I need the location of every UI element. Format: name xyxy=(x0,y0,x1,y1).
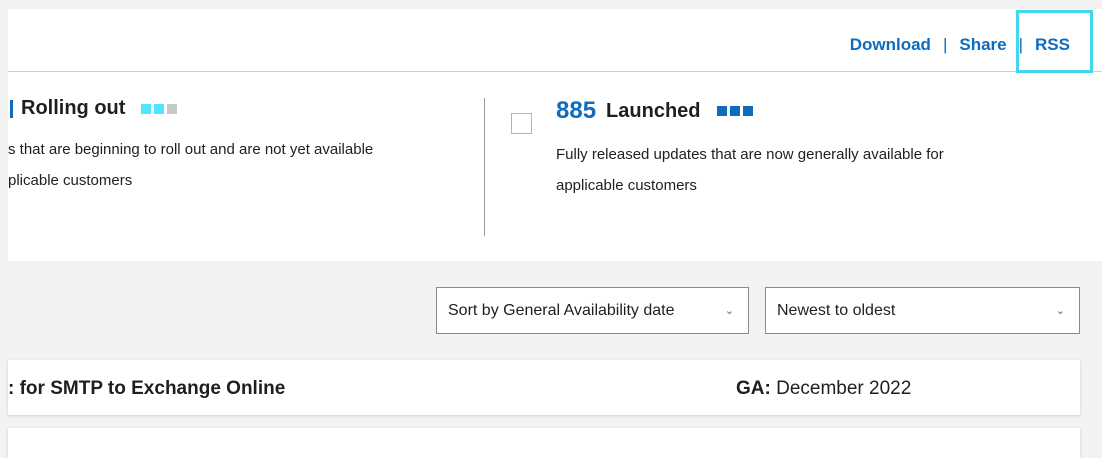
cropped-count-glyph xyxy=(4,99,13,118)
order-value: Newest to oldest xyxy=(777,301,896,319)
status-divider xyxy=(484,98,485,236)
square-icon xyxy=(141,103,152,114)
status-description-line: s that are beginning to roll out and are… xyxy=(8,141,374,158)
ga-value: December 2022 xyxy=(776,378,912,399)
status-description: Fully released updates that are now gene… xyxy=(556,139,944,201)
status-description-line: Fully released updates that are now gene… xyxy=(556,146,944,163)
order-select[interactable]: Newest to oldest ⌄ xyxy=(765,287,1080,334)
status-title: Launched xyxy=(606,99,701,122)
result-row[interactable] xyxy=(8,428,1080,458)
ga-label: GA: xyxy=(736,378,771,399)
chevron-down-icon: ⌄ xyxy=(1055,305,1065,317)
progress-squares-icon xyxy=(141,103,178,114)
link-separator: | xyxy=(942,35,948,54)
square-icon xyxy=(167,103,178,114)
status-description-line: applicable customers xyxy=(556,177,697,194)
status-title: Rolling out xyxy=(21,97,126,119)
launched-checkbox[interactable] xyxy=(511,113,532,134)
square-icon xyxy=(729,106,740,116)
status-launched: 885 Launched Fully released updates that… xyxy=(556,97,944,201)
result-title: : for SMTP to Exchange Online xyxy=(8,378,286,399)
download-link[interactable]: Download xyxy=(850,35,931,55)
status-panel: Download | Share | RSS Rolling out s tha… xyxy=(8,9,1102,261)
square-icon xyxy=(154,103,165,114)
share-link[interactable]: Share xyxy=(959,35,1006,55)
status-description-line: plicable customers xyxy=(8,172,133,189)
sort-by-select[interactable]: Sort by General Availability date ⌄ xyxy=(436,287,749,334)
status-rolling-out: Rolling out s that are beginning to roll… xyxy=(8,97,373,196)
status-count: 885 xyxy=(556,97,597,124)
square-icon xyxy=(716,106,727,116)
status-title-row: Rolling out xyxy=(8,97,373,120)
status-description: s that are beginning to roll out and are… xyxy=(8,134,373,196)
sort-by-value: Sort by General Availability date xyxy=(448,301,675,319)
result-row[interactable]: : for SMTP to Exchange Online GA: Decemb… xyxy=(8,360,1080,415)
page-background-strip xyxy=(0,0,1102,9)
result-ga: GA: December 2022 xyxy=(736,378,911,400)
status-title-row: 885 Launched xyxy=(556,97,944,125)
chevron-down-icon: ⌄ xyxy=(724,305,734,317)
progress-squares-icon xyxy=(716,106,753,116)
square-icon xyxy=(742,106,753,116)
rss-highlight-box xyxy=(1016,10,1093,73)
top-action-bar: Download | Share | RSS xyxy=(8,9,1102,72)
